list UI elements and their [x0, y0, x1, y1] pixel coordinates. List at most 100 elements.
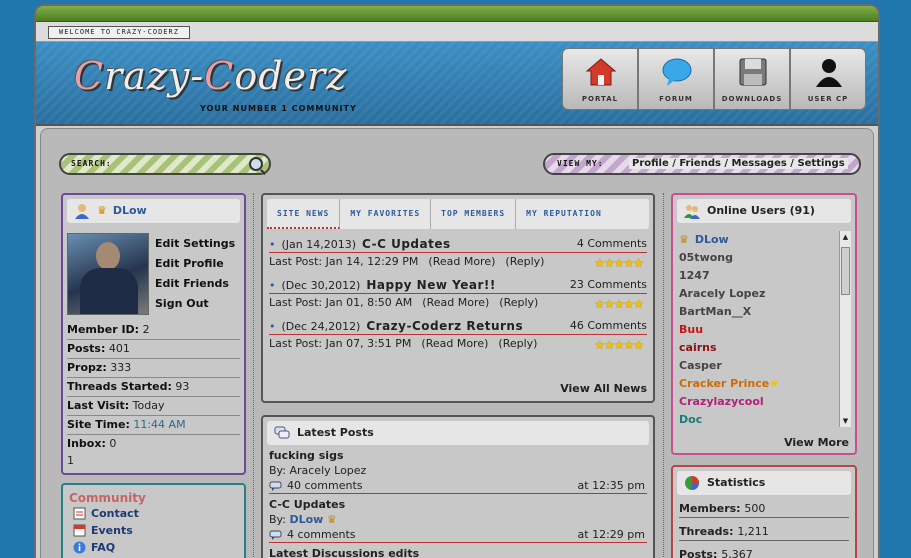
crown-icon: ♛ — [97, 204, 107, 217]
stat-row: Inbox: 0 — [67, 437, 117, 450]
stat-members: Members: 500 — [679, 499, 849, 518]
stat-threads: Threads: 1,211 — [679, 522, 849, 541]
nav-portal-button[interactable]: PORTAL — [562, 48, 638, 110]
inbox-extra: 1 — [67, 454, 74, 467]
post-comments-link[interactable]: 4 comments — [287, 528, 356, 541]
edit-friends-link[interactable]: Edit Friends — [155, 277, 235, 290]
star-icon: ★ — [769, 377, 780, 390]
sign-out-link[interactable]: Sign Out — [155, 297, 235, 310]
nav-usercp-button[interactable]: USER CP — [790, 48, 866, 110]
tab-site-news[interactable]: SITE NEWS — [267, 199, 341, 229]
news-title-link[interactable]: Crazy-Coderz Returns — [366, 319, 523, 333]
view-more-link[interactable]: View More — [784, 436, 849, 449]
scroll-up-icon[interactable]: ▲ — [840, 231, 851, 243]
home-icon — [585, 58, 617, 86]
online-users-panel: Online Users (91) ♛ DLow 05twong 1247 Ar… — [671, 193, 857, 455]
site-header: Crazy-Coderz YOUR NUMBER 1 COMMUNITY POR… — [36, 42, 878, 126]
welcome-banner: WELCOME TO CRAZY-CODERZ — [48, 26, 190, 39]
rating-stars: ★★★★★ — [594, 297, 644, 311]
main-content: SEARCH: VIEW MY: Profile / Friends / Mes… — [40, 128, 874, 558]
view-my-bar: VIEW MY: Profile / Friends / Messages / … — [543, 153, 861, 175]
online-users-title: Online Users (91) — [677, 199, 851, 223]
site-frame: WELCOME TO CRAZY-CODERZ Crazy-Coderz YOU… — [34, 4, 880, 558]
post-title-link[interactable]: C-C Updates — [269, 498, 647, 513]
tab-my-favorites[interactable]: MY FAVORITES — [340, 199, 432, 229]
stat-row: Threads Started: 93 — [67, 378, 240, 397]
news-item: • (Jan 14,2013) C-C Updates 4 Comments Last… — [269, 237, 647, 270]
read-more-link[interactable]: (Read More) — [421, 337, 488, 350]
users-icon — [684, 205, 700, 219]
site-logo[interactable]: Crazy-Coderz — [74, 54, 347, 98]
online-users-scrollbar[interactable]: ▲ ▼ — [839, 231, 851, 427]
online-user[interactable]: ♛ DLow — [677, 231, 841, 249]
online-user[interactable]: 05twong — [677, 249, 841, 267]
post-title-link[interactable]: Latest Discussions edits — [269, 547, 647, 558]
reply-link[interactable]: (Reply) — [499, 296, 538, 309]
column-separator — [663, 193, 666, 558]
search-icon[interactable] — [249, 157, 263, 171]
tab-my-reputation[interactable]: MY REPUTATION — [516, 199, 612, 229]
news-title-link[interactable]: C-C Updates — [362, 237, 451, 251]
user-links: Edit Settings Edit Profile Edit Friends … — [155, 237, 235, 317]
search-bar[interactable]: SEARCH: — [59, 153, 271, 175]
view-all-news-link[interactable]: View All News — [560, 382, 647, 395]
stat-row: Member ID: 2 — [67, 321, 240, 340]
statistics-panel: Statistics Members: 500 Threads: 1,211 P… — [671, 465, 857, 558]
view-my-links[interactable]: Profile / Friends / Messages / Settings — [629, 158, 848, 169]
nav-forum-button[interactable]: FORUM — [638, 48, 714, 110]
online-user[interactable]: Cracker Prince★ — [677, 375, 841, 393]
tab-top-members[interactable]: TOP MEMBERS — [431, 199, 517, 229]
news-item: • (Dec 30,2012) Happy New Year!! 23 Comment… — [269, 278, 647, 311]
online-user[interactable]: Crazylazycool — [677, 393, 841, 411]
crown-icon: ♛ — [679, 233, 689, 246]
news-panel: SITE NEWS MY FAVORITES TOP MEMBERS MY RE… — [261, 193, 655, 403]
community-title: Community — [69, 491, 146, 505]
news-tabs: SITE NEWS MY FAVORITES TOP MEMBERS MY RE… — [267, 199, 649, 229]
faq-link[interactable]: FAQ — [73, 539, 244, 556]
online-user[interactable]: cairns — [677, 339, 841, 357]
reply-link[interactable]: (Reply) — [498, 337, 537, 350]
stat-row: Last Visit: Today — [67, 397, 240, 416]
user-name[interactable]: DLow — [113, 204, 147, 217]
events-link[interactable]: Events — [73, 522, 244, 539]
scroll-down-icon[interactable]: ▼ — [840, 415, 851, 427]
search-label: SEARCH: — [71, 159, 112, 168]
user-panel: ♛ DLow Edit Settings Edit Profile Edit F… — [61, 193, 246, 475]
comment-icon — [269, 530, 282, 540]
post-title-link[interactable]: fucking sigs — [269, 449, 647, 464]
post-author[interactable]: Aracely Lopez — [289, 464, 366, 477]
edit-profile-link[interactable]: Edit Profile — [155, 257, 235, 270]
post-item: fucking sigs By: Aracely Lopez 40 commen… — [269, 449, 647, 494]
news-comments[interactable]: 23 Comments — [570, 278, 647, 291]
online-user[interactable]: Buu — [677, 321, 841, 339]
online-user[interactable]: Casper — [677, 357, 841, 375]
contact-link[interactable]: Contact — [73, 505, 244, 522]
online-users-list: ♛ DLow 05twong 1247 Aracely Lopez BartMa… — [677, 231, 841, 427]
user-stats: Member ID: 2 Posts: 401 Propz: 333 Threa… — [67, 321, 240, 467]
post-comments-link[interactable]: 40 comments — [287, 479, 363, 492]
comment-icon — [269, 481, 282, 491]
news-comments[interactable]: 4 Comments — [577, 237, 647, 250]
latest-posts-title: Latest Posts — [267, 421, 649, 445]
online-user[interactable]: 1247 — [677, 267, 841, 285]
edit-settings-link[interactable]: Edit Settings — [155, 237, 235, 250]
scroll-thumb[interactable] — [841, 247, 850, 295]
online-user[interactable]: Aracely Lopez — [677, 285, 841, 303]
post-item: C-C Updates By: DLow ♛ 4 comments at 12:2… — [269, 498, 647, 543]
notepad-icon — [73, 507, 86, 520]
news-title-link[interactable]: Happy New Year!! — [366, 278, 495, 292]
community-panel: Community Contact Events FAQ — [61, 483, 246, 558]
pie-chart-icon — [685, 476, 699, 490]
online-user[interactable]: BartMan__X — [677, 303, 841, 321]
nav-downloads-button[interactable]: DOWNLOADS — [714, 48, 790, 110]
read-more-link[interactable]: (Read More) — [428, 255, 495, 268]
read-more-link[interactable]: (Read More) — [422, 296, 489, 309]
post-author[interactable]: DLow — [289, 513, 323, 526]
online-user[interactable]: Doc — [677, 411, 841, 427]
chat-icon — [274, 426, 290, 439]
reply-link[interactable]: (Reply) — [505, 255, 544, 268]
news-comments[interactable]: 46 Comments — [570, 319, 647, 332]
rating-stars: ★★★★★ — [594, 338, 644, 352]
stat-row: Posts: 401 — [67, 340, 240, 359]
stat-row: Propz: 333 — [67, 359, 240, 378]
